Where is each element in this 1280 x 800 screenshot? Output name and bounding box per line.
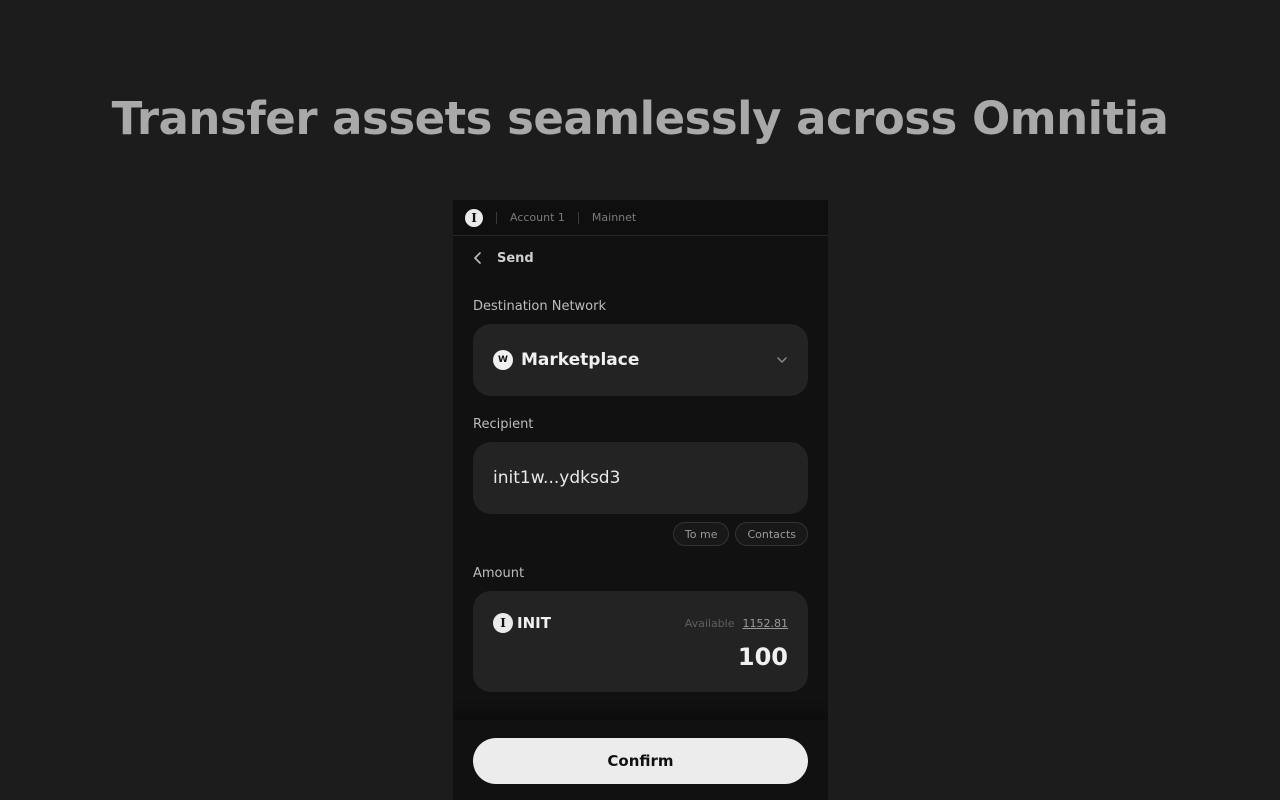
- init-token-icon: I: [493, 613, 513, 633]
- recipient-label: Recipient: [473, 417, 534, 432]
- destination-network-select[interactable]: W Marketplace: [473, 324, 808, 396]
- footer: Confirm: [453, 720, 828, 800]
- recipient-shortcuts: To me Contacts: [672, 522, 808, 546]
- token-selector[interactable]: I INIT: [493, 613, 551, 633]
- account-selector[interactable]: Account 1: [510, 211, 565, 224]
- confirm-button[interactable]: Confirm: [473, 738, 808, 784]
- recipient-input[interactable]: [493, 468, 788, 488]
- available-balance: Available 1152.81: [685, 617, 788, 630]
- amount-label: Amount: [473, 566, 525, 581]
- destination-network-value: Marketplace: [521, 350, 640, 370]
- amount-field[interactable]: I INIT Available 1152.81 100: [473, 591, 808, 692]
- initia-logo-icon: I: [465, 208, 483, 227]
- headline: Transfer assets seamlessly across Omniti…: [111, 92, 1169, 145]
- stage: Transfer assets seamlessly across Omniti…: [0, 0, 1280, 800]
- wallet-topbar: I Account 1 Mainnet: [453, 200, 828, 236]
- divider: [577, 211, 579, 224]
- divider: [496, 211, 497, 224]
- back-arrow-icon[interactable]: [471, 251, 485, 265]
- to-me-button[interactable]: To me: [672, 522, 730, 546]
- network-selector[interactable]: Mainnet: [592, 211, 636, 224]
- destination-network-label: Destination Network: [473, 299, 607, 314]
- wallet-window: I Account 1 Mainnet Send Destination Net…: [453, 200, 828, 800]
- available-max-button[interactable]: 1152.81: [743, 617, 789, 630]
- token-symbol: INIT: [517, 614, 551, 632]
- amount-input[interactable]: 100: [738, 643, 788, 671]
- page-title: Send: [497, 250, 534, 266]
- page-header: Send: [453, 236, 828, 280]
- marketplace-icon: W: [493, 350, 513, 370]
- contacts-button[interactable]: Contacts: [735, 522, 808, 546]
- available-label: Available: [684, 617, 735, 630]
- recipient-field[interactable]: [473, 442, 808, 514]
- chevron-down-icon: [776, 354, 788, 366]
